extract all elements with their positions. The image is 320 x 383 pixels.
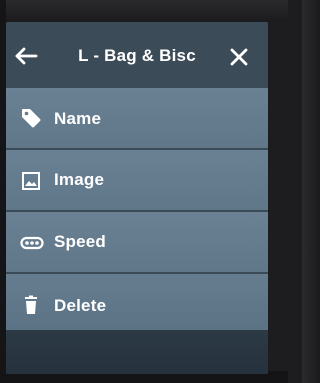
- device-screen: L - Bag & Bisc Name Image Speed Delete: [6, 22, 268, 374]
- menu-item-label: Name: [54, 109, 102, 128]
- menu-item-label: Delete: [54, 296, 107, 315]
- speed-icon: [20, 232, 44, 254]
- close-button[interactable]: [228, 46, 250, 68]
- menu-item-image[interactable]: Image: [6, 150, 268, 212]
- page-title: L - Bag & Bisc: [78, 46, 196, 65]
- back-button[interactable]: [14, 44, 40, 68]
- device-bezel-right: [302, 0, 320, 383]
- close-icon: [230, 48, 248, 66]
- tag-icon: [20, 107, 42, 129]
- menu-item-speed[interactable]: Speed: [6, 212, 268, 274]
- settings-menu: Name Image Speed Delete: [6, 88, 268, 336]
- trash-icon: [20, 294, 42, 316]
- screen-footer: [6, 330, 268, 374]
- arrow-left-icon: [15, 47, 38, 65]
- menu-item-delete[interactable]: Delete: [6, 274, 268, 336]
- menu-item-label: Image: [54, 170, 105, 189]
- image-icon: [20, 170, 42, 192]
- menu-item-name[interactable]: Name: [6, 88, 268, 150]
- screen-header: L - Bag & Bisc: [6, 22, 268, 90]
- device-bezel-top: [0, 0, 288, 22]
- menu-item-label: Speed: [54, 232, 107, 251]
